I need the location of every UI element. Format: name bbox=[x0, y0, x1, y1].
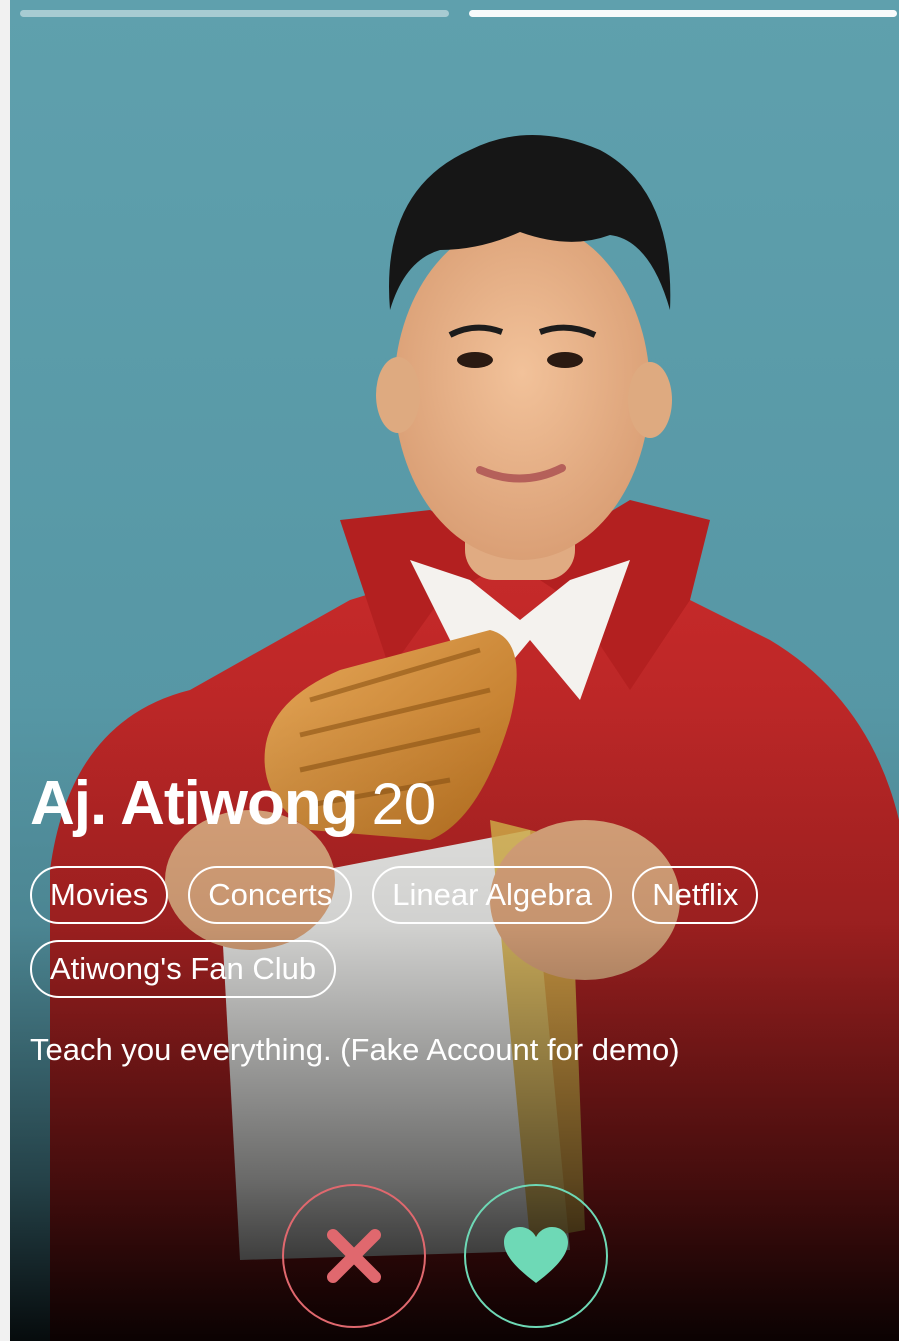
photo-progress-segment-2[interactable] bbox=[468, 10, 897, 17]
photo-progress-segment-1[interactable] bbox=[20, 10, 449, 17]
profile-card[interactable]: Aj. Atiwong 20 Movies Concerts Linear Al… bbox=[10, 0, 899, 1341]
nope-button[interactable] bbox=[281, 1184, 426, 1328]
name-row: Aj. Atiwong 20 bbox=[30, 768, 880, 848]
tag-chip: Linear Algebra bbox=[372, 866, 613, 924]
tag-chip: Concerts bbox=[188, 866, 353, 924]
profile-age: 20 bbox=[371, 772, 437, 837]
tag-chip: Movies bbox=[30, 866, 169, 924]
heart-icon bbox=[503, 1227, 568, 1283]
like-button[interactable] bbox=[463, 1184, 608, 1328]
tag-chip: Atiwong's Fan Club bbox=[30, 940, 337, 998]
tag-chip: Netflix bbox=[632, 866, 759, 924]
action-buttons bbox=[10, 1184, 899, 1328]
profile-bio: Teach you everything. (Fake Account for … bbox=[30, 1032, 680, 1067]
interest-tags: Movies Concerts Linear Algebra Netflix A… bbox=[30, 866, 870, 998]
photo-progress-bar bbox=[20, 10, 897, 18]
profile-info: Aj. Atiwong 20 Movies Concerts Linear Al… bbox=[30, 768, 880, 1068]
profile-name: Aj. Atiwong bbox=[30, 769, 359, 838]
close-icon bbox=[326, 1229, 381, 1283]
